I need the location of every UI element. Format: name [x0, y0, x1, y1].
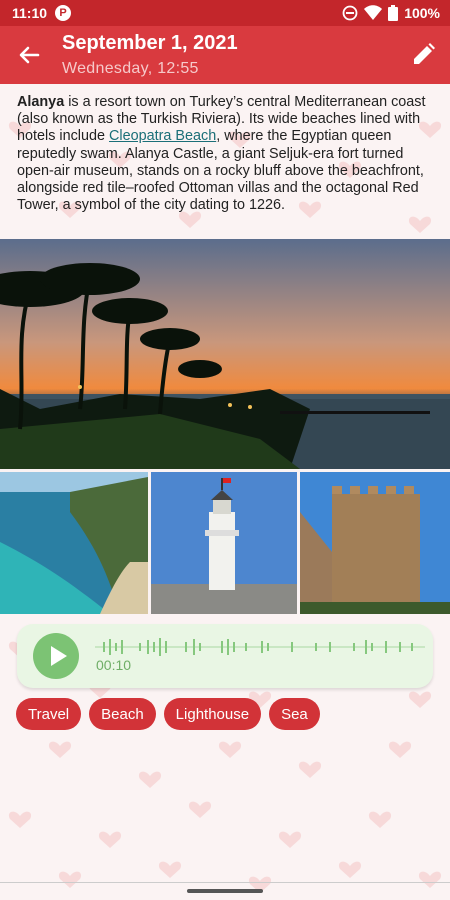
- tag-chip[interactable]: Lighthouse: [163, 698, 262, 730]
- tag-list: Travel Beach Lighthouse Sea: [16, 698, 320, 730]
- status-time: 11:10: [12, 5, 48, 21]
- lighthouse-photo[interactable]: [151, 472, 297, 614]
- waveform: [95, 638, 425, 656]
- tag-chip[interactable]: Beach: [89, 698, 156, 730]
- home-gesture-handle[interactable]: [187, 889, 263, 893]
- page-subtitle: Wednesday, 12:55: [62, 60, 199, 77]
- cleopatra-beach-link[interactable]: Cleopatra Beach: [109, 128, 216, 144]
- sunset-palms-photo[interactable]: [0, 239, 450, 469]
- pencil-icon[interactable]: [408, 40, 438, 70]
- tag-chip[interactable]: Travel: [16, 698, 82, 730]
- battery-percent: 100%: [404, 5, 440, 21]
- nav-divider: [0, 882, 450, 883]
- app-notification-icon: P: [55, 5, 72, 21]
- entry-content: Alanya is a resort town on Turkey’s cent…: [0, 84, 450, 730]
- audio-player: 00:10: [17, 624, 433, 688]
- entry-text: Alanya is a resort town on Turkey’s cent…: [0, 84, 450, 214]
- play-icon[interactable]: [33, 633, 79, 679]
- battery-icon: [388, 5, 399, 21]
- do-not-disturb-icon: [342, 5, 358, 21]
- app-bar: September 1, 2021 Wednesday, 12:55: [0, 26, 450, 84]
- status-bar: 11:10 P 100%: [0, 0, 450, 26]
- entry-bold-word: Alanya: [17, 94, 65, 110]
- page-title: September 1, 2021: [62, 32, 238, 54]
- tag-chip[interactable]: Sea: [269, 698, 320, 730]
- gesture-nav-bar: [0, 882, 450, 900]
- coastline-photo[interactable]: [0, 472, 148, 614]
- wifi-icon: [364, 5, 383, 20]
- red-tower-photo[interactable]: [300, 472, 450, 614]
- audio-time: 00:10: [96, 657, 132, 673]
- back-arrow-icon[interactable]: [14, 40, 44, 70]
- photo-row: [0, 472, 450, 614]
